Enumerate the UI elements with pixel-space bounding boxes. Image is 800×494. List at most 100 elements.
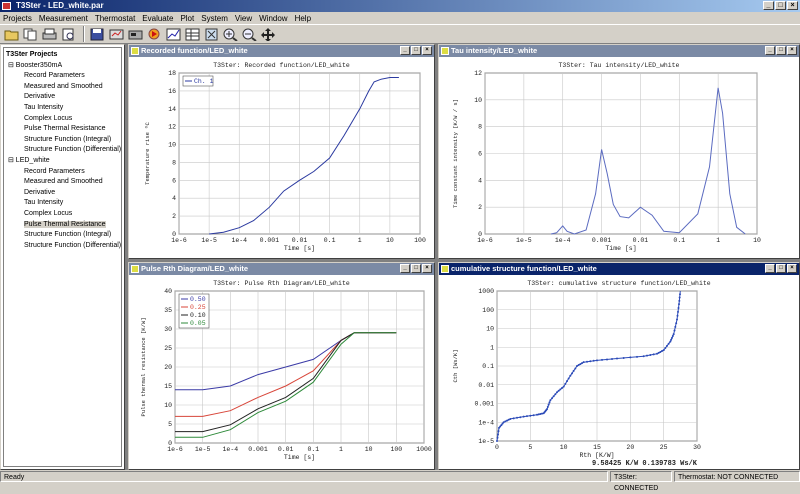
tree-item[interactable]: Record Parameters (6, 71, 119, 82)
pulse-rth-window[interactable]: Pulse Rth Diagram/LED_white _ □ × T3Ster: … (128, 262, 435, 470)
minimize-button[interactable]: _ (400, 46, 410, 55)
close-button[interactable]: × (787, 46, 797, 55)
data-point (574, 367, 577, 370)
tree-item[interactable]: Derivative (6, 188, 119, 199)
tree-item[interactable]: Measured and Smoothed (6, 177, 119, 188)
settings-icon[interactable] (108, 26, 125, 43)
tree-item[interactable]: Tau Intensity (6, 198, 119, 209)
close-button[interactable]: × (787, 264, 797, 273)
maximize-button[interactable]: □ (775, 1, 786, 10)
tree-item[interactable]: Derivative (6, 92, 119, 103)
close-button[interactable]: × (422, 46, 432, 55)
menu-evaluate[interactable]: Evaluate (142, 14, 173, 23)
recorded-function-titlebar[interactable]: Recorded function/LED_white _ □ × (129, 45, 434, 57)
y-tick-label: 1e-5 (478, 438, 494, 445)
data-point (541, 412, 543, 415)
data-point (679, 293, 681, 296)
table-icon[interactable] (184, 26, 201, 43)
x-tick-label: 25 (660, 444, 668, 451)
save-icon[interactable] (89, 26, 106, 43)
tree-item[interactable]: Tau Intensity (6, 103, 119, 114)
print-preview-icon[interactable] (60, 26, 77, 43)
x-tick-label: 0.01 (292, 237, 308, 244)
data-point (676, 314, 679, 317)
menu-system[interactable]: System (201, 14, 228, 23)
tree-item[interactable]: Complex Locus (6, 209, 119, 220)
maximize-button[interactable]: □ (776, 46, 786, 55)
menu-projects[interactable]: Projects (3, 14, 32, 23)
cumulative-structure-window[interactable]: cumulative structure function/LED_white … (438, 262, 800, 470)
minimize-button[interactable]: _ (765, 46, 775, 55)
zoom-in-icon[interactable] (222, 26, 239, 43)
x-tick-label: 1 (339, 446, 343, 453)
data-point (536, 413, 538, 416)
tree-item[interactable]: Structure Function (Differential) (6, 241, 121, 252)
tree-item[interactable]: Record Parameters (6, 167, 119, 178)
open-folder-icon[interactable] (3, 26, 20, 43)
status-text: Ready (0, 471, 608, 482)
tree-project-node[interactable]: ⊟ Booster350mA (6, 61, 119, 72)
y-tick-label: 30 (164, 326, 172, 333)
copy-icon[interactable] (22, 26, 39, 43)
tree-item[interactable]: Structure Function (Differential) (6, 145, 121, 156)
tree-item[interactable]: Pulse Thermal Resistance (6, 220, 119, 231)
status-bar: Ready T3Ster: CONNECTED Thermostat: NOT … (0, 470, 800, 492)
y-tick-label: 8 (172, 159, 176, 166)
recorded-function-window[interactable]: Recorded function/LED_white _ □ × T3Ster: … (128, 44, 435, 259)
x-tick-label: 0 (495, 444, 499, 451)
maximize-button[interactable]: □ (776, 264, 786, 273)
minimize-button[interactable]: _ (400, 264, 410, 273)
tree-item-label: ⊟ LED_white (8, 156, 50, 164)
tau-intensity-chart[interactable]: T3Ster: Tau intensity/LED_white 1e-6 1e-5 1… (441, 59, 797, 256)
data-point (606, 358, 608, 361)
tree-item[interactable]: Complex Locus (6, 114, 119, 125)
x-tick-label: 10 (560, 444, 568, 451)
data-point (519, 416, 522, 419)
tree-item[interactable]: Structure Function (Integral) (6, 135, 119, 146)
pulse-rth-titlebar[interactable]: Pulse Rth Diagram/LED_white _ □ × (129, 263, 434, 275)
chart-icon[interactable] (165, 26, 182, 43)
maximize-button[interactable]: □ (411, 264, 421, 273)
recorded-function-chart[interactable]: T3Ster: Recorded function/LED_white 1e-6 1… (131, 59, 432, 256)
menu-view[interactable]: View (235, 14, 252, 23)
x-tick-label: 0.01 (633, 237, 649, 244)
menu-window[interactable]: Window (259, 14, 287, 23)
tau-intensity-titlebar[interactable]: Tau intensity/LED_white _ □ × (439, 45, 799, 57)
maximize-button[interactable]: □ (411, 46, 421, 55)
close-button[interactable]: × (787, 1, 798, 10)
minimize-button[interactable]: _ (763, 1, 774, 10)
tree-item[interactable]: Measured and Smoothed (6, 82, 119, 93)
run-icon[interactable] (146, 26, 163, 43)
fit-window-icon[interactable] (203, 26, 220, 43)
data-point (636, 355, 638, 358)
project-tree-panel: T3Ster Projects ⊟ Booster350mA Record Par… (0, 44, 125, 470)
menu-plot[interactable]: Plot (180, 14, 194, 23)
x-tick-label: 10 (386, 237, 394, 244)
window-title: T3Ster - LED_white.par (16, 1, 104, 10)
tree-item[interactable]: Pulse Thermal Resistance (6, 124, 119, 135)
zoom-out-icon[interactable] (241, 26, 258, 43)
tree-item-label: Pulse Thermal Resistance (24, 220, 106, 228)
data-point (611, 357, 613, 360)
tree-item-label: Record Parameters (24, 167, 85, 175)
x-tick-label: 0.01 (278, 446, 294, 453)
minimize-button[interactable]: _ (765, 264, 775, 273)
data-point (678, 296, 681, 299)
menu-thermostat[interactable]: Thermostat (95, 14, 135, 23)
mdi-workspace: T3Ster Projects ⊟ Booster350mA Record Par… (0, 44, 800, 470)
print-icon[interactable] (41, 26, 58, 43)
cumulative-structure-titlebar[interactable]: cumulative structure function/LED_white … (439, 263, 799, 275)
pan-icon[interactable] (260, 26, 277, 43)
menu-help[interactable]: Help (295, 14, 311, 23)
tree-project-node[interactable]: ⊟ LED_white (6, 156, 119, 167)
pulse-rth-chart[interactable]: T3Ster: Pulse Rth Diagram/LED_white 1e-6 1… (131, 277, 432, 467)
menu-measurement[interactable]: Measurement (39, 14, 88, 23)
tree-item-label: Pulse Thermal Resistance (24, 125, 106, 133)
tau-intensity-window[interactable]: Tau intensity/LED_white _ □ × T3Ster: Tau … (438, 44, 800, 259)
x-tick-label: 0.1 (307, 446, 319, 453)
tree-item[interactable]: Structure Function (Integral) (6, 230, 119, 241)
measure-icon[interactable] (127, 26, 144, 43)
cumulative-structure-chart[interactable]: T3Ster: cumulative structure function/LE… (441, 277, 797, 467)
close-button[interactable]: × (422, 264, 432, 273)
data-point (616, 357, 618, 360)
